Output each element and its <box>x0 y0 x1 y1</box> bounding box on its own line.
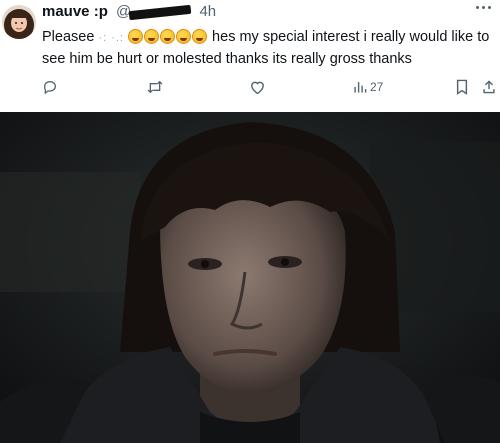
grinning-sweat-emoji-icon <box>192 29 208 44</box>
emoji-group <box>128 29 208 50</box>
tweet[interactable]: mauve :p @ 4h Pleasee ·: ·.: hes my spec… <box>0 0 500 112</box>
tweet-text-start: Pleasee <box>42 29 95 45</box>
views-count: 27 <box>370 80 384 94</box>
heart-icon <box>251 81 264 95</box>
bookmark-button[interactable] <box>455 77 469 97</box>
avatar-image <box>2 5 36 39</box>
tweet-text-scribble: ·: ·.: <box>98 32 124 44</box>
tweet-photo[interactable] <box>0 112 500 443</box>
views-button[interactable]: 27 <box>353 77 383 97</box>
grinning-sweat-emoji-icon <box>144 29 160 44</box>
views-icon <box>354 82 367 93</box>
display-name[interactable]: mauve :p <box>42 3 108 20</box>
reply-button[interactable] <box>42 77 58 97</box>
share-button[interactable] <box>482 77 496 97</box>
reply-icon <box>43 80 57 95</box>
retweet-icon <box>147 81 163 93</box>
timestamp[interactable]: 4h <box>199 3 216 20</box>
grinning-sweat-emoji-icon <box>176 29 192 44</box>
share-icon <box>483 80 495 94</box>
avatar[interactable] <box>2 5 36 39</box>
tweet-actions: 27 <box>0 77 500 99</box>
like-button[interactable] <box>249 77 266 97</box>
more-options-icon[interactable] <box>476 6 492 12</box>
redacted-handle <box>128 4 192 20</box>
tweet-header: mauve :p @ 4h <box>42 3 216 21</box>
photo-image <box>0 112 500 443</box>
grinning-sweat-emoji-icon <box>128 29 144 44</box>
retweet-button[interactable] <box>146 77 164 97</box>
tweet-text: Pleasee ·: ·.: hes my special interest i… <box>42 28 497 69</box>
bookmark-icon <box>456 79 468 95</box>
grinning-sweat-emoji-icon <box>160 29 176 44</box>
